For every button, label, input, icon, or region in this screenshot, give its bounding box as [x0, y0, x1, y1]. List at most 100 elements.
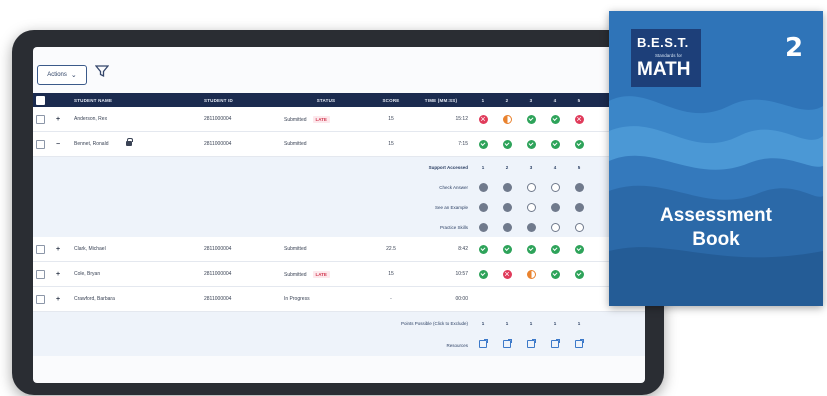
student-name: Crawford, Barbara — [74, 296, 115, 302]
row-checkbox[interactable] — [36, 114, 45, 124]
support-used-icon — [550, 202, 560, 212]
table-row[interactable]: − Bennet, Ronald 2811000004 Submitted 15… — [33, 131, 645, 157]
actions-dropdown[interactable]: Actions ⌄ — [37, 65, 87, 85]
expand-icon[interactable]: + — [54, 116, 62, 123]
correct-icon[interactable] — [574, 269, 584, 279]
support-used-icon — [502, 182, 512, 192]
support-col: 5 — [577, 164, 581, 170]
support-used-icon — [478, 202, 488, 212]
book-title-line2: Book — [692, 229, 740, 250]
table-row[interactable]: + Anderson, Rex 2811000004 Submitted LATE… — [33, 107, 645, 132]
external-link-icon[interactable] — [527, 339, 536, 348]
status-text: Submitted — [284, 116, 307, 123]
col-score[interactable]: SCORE — [371, 93, 411, 107]
correct-icon[interactable] — [550, 244, 560, 254]
col-q1[interactable]: 1 — [471, 93, 495, 107]
book-title-line1: Assessment — [660, 205, 772, 226]
support-used-icon — [574, 202, 584, 212]
collapse-icon[interactable]: − — [54, 141, 62, 148]
correct-icon[interactable] — [478, 269, 488, 279]
correct-icon[interactable] — [550, 114, 560, 124]
support-unused-icon — [550, 182, 560, 192]
points-cell[interactable]: 1 — [543, 312, 567, 335]
correct-icon[interactable] — [502, 244, 512, 254]
row-checkbox[interactable] — [36, 139, 45, 149]
points-cell[interactable]: 1 — [471, 312, 495, 335]
expand-icon[interactable]: + — [54, 271, 62, 278]
lock-icon — [126, 138, 134, 147]
row-checkbox[interactable] — [36, 269, 45, 279]
support-row-practice-skills: Practice Skills — [33, 217, 645, 237]
correct-icon[interactable] — [550, 269, 560, 279]
expand-icon[interactable]: + — [54, 246, 62, 253]
support-accessed-title: Support Accessed — [428, 164, 468, 170]
correct-icon[interactable] — [502, 139, 512, 149]
student-name: Cole, Bryan — [74, 271, 101, 277]
incorrect-icon[interactable] — [574, 113, 584, 125]
resources-label: Resources — [446, 342, 468, 348]
table-row[interactable]: + Cole, Bryan 2811000004 Submitted LATE 1… — [33, 261, 645, 287]
col-q5[interactable]: 5 — [567, 93, 591, 107]
partial-credit-icon[interactable] — [526, 269, 536, 279]
col-q3[interactable]: 3 — [519, 93, 543, 107]
support-row-check-answer: Check Answer — [33, 177, 645, 197]
status-text: Submitted — [284, 141, 307, 147]
support-used-icon — [478, 182, 488, 192]
expand-icon[interactable]: + — [54, 296, 62, 303]
correct-icon[interactable] — [550, 139, 560, 149]
correct-icon[interactable] — [526, 139, 536, 149]
points-cell[interactable]: 1 — [495, 312, 519, 335]
points-cell[interactable]: 1 — [519, 312, 543, 335]
filter-icon[interactable] — [94, 64, 113, 82]
book-title: Assessment Book — [609, 204, 823, 252]
support-accessed-header: Support Accessed 1 2 3 4 5 — [33, 156, 645, 177]
support-label: See an Example — [434, 204, 468, 210]
correct-icon[interactable] — [526, 114, 536, 124]
table-row[interactable]: + Crawford, Barbara 2811000004 In Progre… — [33, 286, 645, 312]
col-student-name[interactable]: STUDENT NAME — [71, 93, 201, 107]
resources-row: Resources — [33, 334, 645, 356]
support-label: Check Answer — [439, 184, 468, 190]
external-link-icon[interactable] — [479, 339, 488, 348]
partial-credit-icon[interactable] — [502, 114, 512, 124]
correct-icon[interactable] — [526, 244, 536, 254]
badge-math-text: MATH — [637, 59, 691, 80]
student-name-cell: Bennet, Ronald — [71, 132, 201, 157]
time: 00:00 — [455, 296, 468, 302]
row-checkbox[interactable] — [36, 294, 45, 304]
score: 15 — [388, 271, 394, 277]
late-badge: LATE — [312, 115, 330, 123]
support-used-icon — [502, 202, 512, 212]
select-all-checkbox[interactable] — [36, 95, 45, 105]
grade-number: 2 — [785, 33, 804, 63]
support-row-see-example: See an Example — [33, 197, 645, 217]
status-text: Submitted — [284, 271, 307, 278]
assessment-book-cover: B.E.S.T. Standards for MATH 2 Assessment… — [609, 11, 823, 306]
col-student-id[interactable]: STUDENT ID — [201, 93, 281, 107]
score: 15 — [388, 116, 394, 122]
correct-icon[interactable] — [478, 139, 488, 149]
col-q2[interactable]: 2 — [495, 93, 519, 107]
col-q4[interactable]: 4 — [543, 93, 567, 107]
badge-standards-text: Standards for — [655, 53, 683, 58]
external-link-icon[interactable] — [575, 339, 584, 348]
col-time[interactable]: TIME (MM:SS) — [411, 93, 471, 107]
best-math-badge: B.E.S.T. Standards for MATH — [631, 29, 701, 87]
support-unused-icon — [574, 222, 584, 232]
points-cell[interactable]: 1 — [567, 312, 591, 335]
student-name: Clark, Michael — [74, 246, 106, 252]
col-status[interactable]: STATUS — [281, 93, 371, 107]
incorrect-icon[interactable] — [478, 113, 488, 125]
correct-icon[interactable] — [478, 244, 488, 254]
table-row[interactable]: + Clark, Michael 2811000004 Submitted 22… — [33, 237, 645, 262]
row-checkbox[interactable] — [36, 244, 45, 254]
external-link-icon[interactable] — [503, 339, 512, 348]
status-cell: Submitted LATE — [281, 262, 371, 287]
status-text: In Progress — [284, 296, 310, 302]
incorrect-icon[interactable] — [502, 268, 512, 280]
correct-icon[interactable] — [574, 139, 584, 149]
external-link-icon[interactable] — [551, 339, 560, 348]
chevron-down-icon: ⌄ — [70, 72, 77, 79]
correct-icon[interactable] — [574, 244, 584, 254]
points-possible-label[interactable]: Points Possible (Click to Exclude) — [33, 312, 471, 335]
